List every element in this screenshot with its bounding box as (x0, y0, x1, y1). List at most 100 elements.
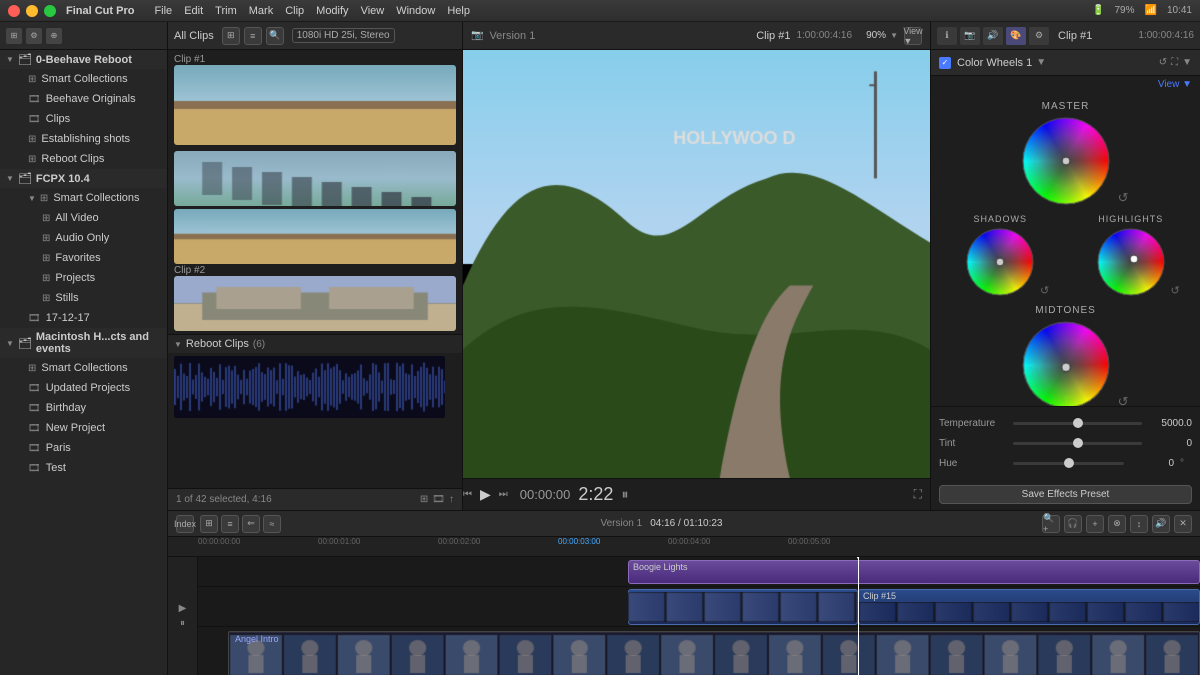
close-tl-btn[interactable]: ✕ (1174, 515, 1192, 533)
zoom-in-btn[interactable]: 🔍+ (1042, 515, 1060, 533)
sidebar-icon-1[interactable]: ⊞ (6, 28, 22, 44)
menu-window[interactable]: Window (396, 5, 435, 17)
highlights-reset-icon[interactable]: ↺ (1171, 284, 1180, 297)
master-reset-icon[interactable]: ↺ (1118, 190, 1129, 206)
cw-reset-icon[interactable]: ↺ (1159, 57, 1167, 68)
library-3-header[interactable]: ▼ 🗂 Macintosh H...cts and events (0, 328, 167, 358)
inspector-color-icon[interactable]: 🎨 (1006, 27, 1026, 45)
inspector-gear-icon[interactable]: ⚙ (1029, 27, 1049, 45)
sidebar-item-birthday[interactable]: 🎞 Birthday (8, 398, 167, 418)
tool-icon[interactable]: ↑ (449, 494, 454, 505)
menu-view[interactable]: View (361, 5, 385, 17)
sidebar-item-audio-only[interactable]: ⊞ Audio Only (22, 228, 167, 248)
list-view-btn[interactable]: ≡ (221, 515, 239, 533)
playhead[interactable] (858, 557, 859, 675)
sidebar-label: Stills (55, 292, 78, 304)
skimmer-btn[interactable]: ↕ (1130, 515, 1148, 533)
sidebar-item-17-12[interactable]: 🎞 17-12-17 (8, 308, 167, 328)
maximize-button[interactable] (44, 5, 56, 17)
sidebar-item-beehave-originals[interactable]: 🎞 Beehave Originals (8, 89, 167, 109)
sidebar-item-test[interactable]: 🎞 Test (8, 458, 167, 478)
timeline-zoom-btn[interactable]: ≈ (263, 515, 281, 533)
sidebar-item-establishing-shots[interactable]: ⊞ Establishing shots (8, 129, 167, 149)
shadows-wheel-container: SHADOWS ↺ (939, 214, 1062, 297)
preview-controls: ⏮ ▶ ⏭ 00:00:00 2:22 ⏸ ⛶ (463, 478, 930, 510)
tint-value: 0 (1148, 438, 1192, 449)
browser-clips[interactable]: Clip #1 Clip #2 (168, 50, 462, 488)
temperature-slider[interactable] (1013, 422, 1142, 425)
midtones-color-wheel[interactable] (1021, 320, 1111, 406)
sidebar-item-stills[interactable]: ⊞ Stills (22, 288, 167, 308)
tint-slider[interactable] (1013, 442, 1142, 445)
menu-mark[interactable]: Mark (249, 5, 273, 17)
sidebar-item-smart-collections-3[interactable]: ⊞ Smart Collections (8, 358, 167, 378)
sidebar-item-updated-projects[interactable]: 🎞 Updated Projects (8, 378, 167, 398)
menu-trim[interactable]: Trim (215, 5, 237, 17)
boogie-lights-clip[interactable]: Boogie Lights (628, 560, 1200, 584)
filmstrip-icon[interactable]: 🎞 (432, 494, 445, 505)
clip-view-icon[interactable]: ⊞ (420, 494, 428, 505)
inspector-audio-icon[interactable]: 🔊 (983, 27, 1003, 45)
tl-pause-icon[interactable]: ⏸ (180, 618, 185, 629)
browser-clip-1[interactable]: Clip #1 (168, 50, 462, 148)
browser-search-btn[interactable]: 🔍 (266, 27, 284, 45)
inspector-info-icon[interactable]: ℹ (937, 27, 957, 45)
sidebar-item-smart-collections-2-header[interactable]: ▼ ⊞ Smart Collections (8, 188, 167, 208)
clip-view-btn[interactable]: ⊞ (200, 515, 218, 533)
timeline-tracks[interactable]: Boogie Lights Clip #1 (198, 557, 1200, 675)
browser-clip-2[interactable]: Clip #2 (168, 148, 462, 334)
sidebar-item-projects[interactable]: ⊞ Projects (22, 268, 167, 288)
library-1-header[interactable]: ▼ 🗂 0-Beehave Reboot (0, 50, 167, 69)
zoom-out-btn[interactable]: 🎧 (1064, 515, 1082, 533)
window-controls[interactable] (8, 5, 56, 17)
skip-fwd-icon[interactable]: ⏭ (499, 489, 508, 500)
sidebar-item-reboot-clips[interactable]: ⊞ Reboot Clips (8, 149, 167, 169)
play-button[interactable]: ▶ (480, 486, 491, 503)
library-2-header[interactable]: ▼ 🗂 FCPX 10.4 (0, 169, 167, 188)
shadows-color-wheel[interactable] (965, 227, 1035, 297)
sidebar-icon-3[interactable]: ⊕ (46, 28, 62, 44)
view-button[interactable]: View ▼ (904, 27, 922, 45)
zoom-control[interactable]: 90% ▼ (866, 30, 898, 41)
sidebar-item-new-project[interactable]: 🎞 New Project (8, 418, 167, 438)
snap-btn[interactable]: ⊗ (1108, 515, 1126, 533)
angel-intro-clip[interactable]: Angel Intro (228, 631, 1200, 675)
master-color-wheel[interactable] (1021, 116, 1111, 206)
hue-slider[interactable] (1013, 462, 1124, 465)
menu-modify[interactable]: Modify (316, 5, 348, 17)
color-wheels-checkbox[interactable]: ✓ (939, 57, 951, 69)
close-button[interactable] (8, 5, 20, 17)
menu-help[interactable]: Help (447, 5, 470, 17)
browser-list-btn[interactable]: ≡ (244, 27, 262, 45)
menu-clip[interactable]: Clip (285, 5, 304, 17)
tl-collapse-icon[interactable]: ▶ (179, 603, 187, 614)
sidebar-icon-2[interactable]: ⚙ (26, 28, 42, 44)
menu-edit[interactable]: Edit (184, 5, 203, 17)
pause-icon[interactable]: ⏸ (621, 486, 628, 503)
clip-15-timeline[interactable]: Clip #15 (858, 589, 1200, 625)
inspector-video-icon[interactable]: 📷 (960, 27, 980, 45)
audio-btn[interactable]: 🔊 (1152, 515, 1170, 533)
skip-back-icon[interactable]: ⏮ (463, 489, 472, 500)
highlights-color-wheel[interactable] (1096, 227, 1166, 297)
view-dropdown[interactable]: View ▼ (931, 76, 1200, 93)
browser-grid-btn[interactable]: ⊞ (222, 27, 240, 45)
reboot-clips-header[interactable]: ▼ Reboot Clips (6) (168, 334, 462, 353)
sidebar-item-favorites[interactable]: ⊞ Favorites (22, 248, 167, 268)
sidebar-item-all-video[interactable]: ⊞ All Video (22, 208, 167, 228)
save-effects-preset-button[interactable]: Save Effects Preset (939, 485, 1192, 504)
sidebar-item-clips-1[interactable]: 🎞 Clips (8, 109, 167, 129)
cw-more-icon[interactable]: ▼ (1182, 57, 1192, 68)
fullscreen-button[interactable]: ⛶ (914, 487, 922, 502)
sidebar-item-paris[interactable]: 🎞 Paris (8, 438, 167, 458)
cw-expand-icon[interactable]: ⛶ (1171, 57, 1178, 68)
shadows-reset-icon[interactable]: ↺ (1040, 284, 1049, 297)
menu-file[interactable]: File (154, 5, 172, 17)
midtones-reset-icon[interactable]: ↺ (1118, 394, 1129, 406)
index-button[interactable]: Index (176, 515, 194, 533)
sidebar-item-smart-collections-1[interactable]: ⊞ Smart Collections (8, 69, 167, 89)
timeline-tool-btn[interactable]: ⇐ (242, 515, 260, 533)
append-btn[interactable]: + (1086, 515, 1104, 533)
minimize-button[interactable] (26, 5, 38, 17)
preview-image[interactable] (463, 50, 930, 478)
